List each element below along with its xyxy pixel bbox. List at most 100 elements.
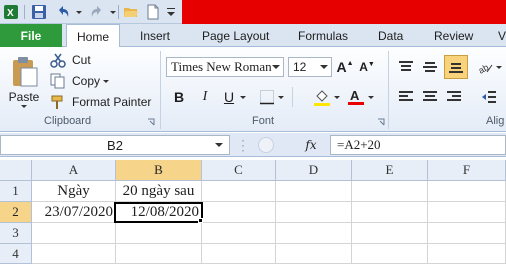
copy-dropdown-icon[interactable] <box>103 79 110 83</box>
cell-d3[interactable] <box>276 223 352 244</box>
font-color-button[interactable]: A <box>346 87 374 107</box>
cut-button[interactable]: Cut <box>50 51 91 69</box>
customize-qat-icon[interactable] <box>164 3 178 21</box>
tab-formulas[interactable]: Formulas <box>298 24 348 47</box>
row-header-2[interactable]: 2 <box>0 202 32 223</box>
cell-c4[interactable] <box>202 244 276 264</box>
font-launcher-icon[interactable] <box>376 117 386 127</box>
align-left-button[interactable] <box>396 87 416 107</box>
column-header-e[interactable]: E <box>352 160 428 181</box>
undo-icon[interactable] <box>54 3 72 21</box>
group-divider <box>292 87 293 107</box>
shrink-font-button[interactable]: A ▼ <box>358 57 376 77</box>
cell-b3[interactable] <box>116 223 202 244</box>
format-painter-label: Format Painter <box>72 95 152 109</box>
name-box[interactable]: B2 <box>0 135 230 155</box>
cell-f3[interactable] <box>428 223 506 244</box>
tab-home[interactable]: Home <box>66 24 121 48</box>
orientation-button[interactable]: ab <box>476 57 502 77</box>
cell-b2[interactable]: 12/08/2020 <box>116 202 202 223</box>
cell-e1[interactable] <box>352 181 428 202</box>
align-bottom-button[interactable] <box>444 55 468 79</box>
cut-label: Cut <box>72 53 91 67</box>
cell-d1[interactable] <box>276 181 352 202</box>
column-header-c[interactable]: C <box>202 160 276 181</box>
cell-a2[interactable]: 23/07/2020 <box>32 202 116 223</box>
column-header-b[interactable]: B <box>116 160 202 181</box>
italic-button[interactable]: I <box>196 87 214 107</box>
save-icon[interactable] <box>30 3 48 21</box>
font-size-dropdown[interactable]: 12 <box>288 57 332 77</box>
chevron-down-icon <box>215 143 223 147</box>
name-box-value: B2 <box>107 137 123 153</box>
cell-a3[interactable] <box>32 223 116 244</box>
cancel-entry-icon[interactable] <box>258 137 274 153</box>
undo-dropdown-icon[interactable] <box>72 3 82 21</box>
align-right-icon <box>447 91 461 101</box>
cell-e3[interactable] <box>352 223 428 244</box>
tab-insert[interactable]: Insert <box>140 24 170 47</box>
copy-button[interactable]: Copy <box>50 72 110 90</box>
cell-d2[interactable] <box>276 202 352 223</box>
bold-button[interactable]: B <box>170 87 188 107</box>
redo-icon[interactable] <box>88 3 106 21</box>
column-header-f[interactable]: F <box>428 160 506 181</box>
align-right-button[interactable] <box>444 87 464 107</box>
worksheet-grid[interactable]: A B C D E F 1 2 3 4 Ngày 20 ngày sau 23/… <box>0 160 506 264</box>
group-divider <box>160 51 161 129</box>
cell-c3[interactable] <box>202 223 276 244</box>
tab-review[interactable]: Review <box>434 24 473 47</box>
group-divider <box>388 51 389 129</box>
row-header-3[interactable]: 3 <box>0 223 32 244</box>
cell-b1[interactable]: 20 ngày sau <box>116 181 202 202</box>
tab-data[interactable]: Data <box>378 24 403 47</box>
underline-button[interactable]: U <box>220 87 238 107</box>
cell-b4[interactable] <box>116 244 202 264</box>
font-name-dropdown[interactable]: Times New Roman <box>166 57 284 77</box>
cell-c2[interactable] <box>202 202 276 223</box>
cell-a4[interactable] <box>32 244 116 264</box>
font-group-label: Font <box>252 115 275 127</box>
borders-button[interactable] <box>258 87 284 107</box>
open-folder-icon[interactable] <box>122 3 140 21</box>
fill-color-button[interactable] <box>312 87 340 107</box>
column-header-a[interactable]: A <box>32 160 116 181</box>
tab-view[interactable]: V <box>498 24 506 47</box>
chevron-down-icon <box>272 65 280 69</box>
ribbon-tabs: File Home Insert Page Layout Formulas Da… <box>0 24 506 48</box>
format-painter-button[interactable]: Format Painter <box>50 93 151 111</box>
select-all-button[interactable] <box>0 160 32 181</box>
cell-f1[interactable] <box>428 181 506 202</box>
cell-e4[interactable] <box>352 244 428 264</box>
fill-handle[interactable] <box>198 218 203 223</box>
cell-c1[interactable] <box>202 181 276 202</box>
borders-icon <box>259 90 274 105</box>
cell-d4[interactable] <box>276 244 352 264</box>
row-header-1[interactable]: 1 <box>0 181 32 202</box>
column-header-d[interactable]: D <box>276 160 352 181</box>
clipboard-launcher-icon[interactable] <box>146 117 156 127</box>
decrease-indent-button[interactable] <box>476 87 502 107</box>
tab-file[interactable]: File <box>0 24 62 47</box>
new-document-icon[interactable] <box>144 3 162 21</box>
align-top-button[interactable] <box>396 57 416 77</box>
grow-font-button[interactable]: A ▲ <box>336 57 354 77</box>
cell-f4[interactable] <box>428 244 506 264</box>
tab-page-layout[interactable]: Page Layout <box>202 24 269 47</box>
paint-bucket-icon <box>313 90 330 106</box>
paste-dropdown-icon[interactable] <box>6 101 42 111</box>
formula-input[interactable]: =A2+20 <box>330 135 506 155</box>
row-header-4[interactable]: 4 <box>0 244 32 264</box>
align-center-button[interactable] <box>420 87 440 107</box>
paintbrush-icon <box>51 95 63 109</box>
redo-dropdown-icon[interactable] <box>106 3 116 21</box>
cell-a1[interactable]: Ngày <box>32 181 116 202</box>
indent-icon <box>482 91 496 103</box>
svg-text:ab: ab <box>477 62 490 74</box>
insert-function-button[interactable]: fx <box>296 136 326 154</box>
cell-e2[interactable] <box>352 202 428 223</box>
formula-bar-grip-icon: ⋮ <box>236 136 250 153</box>
align-middle-button[interactable] <box>420 57 440 77</box>
underline-dropdown-icon[interactable] <box>238 87 248 107</box>
cell-f2[interactable] <box>428 202 506 223</box>
